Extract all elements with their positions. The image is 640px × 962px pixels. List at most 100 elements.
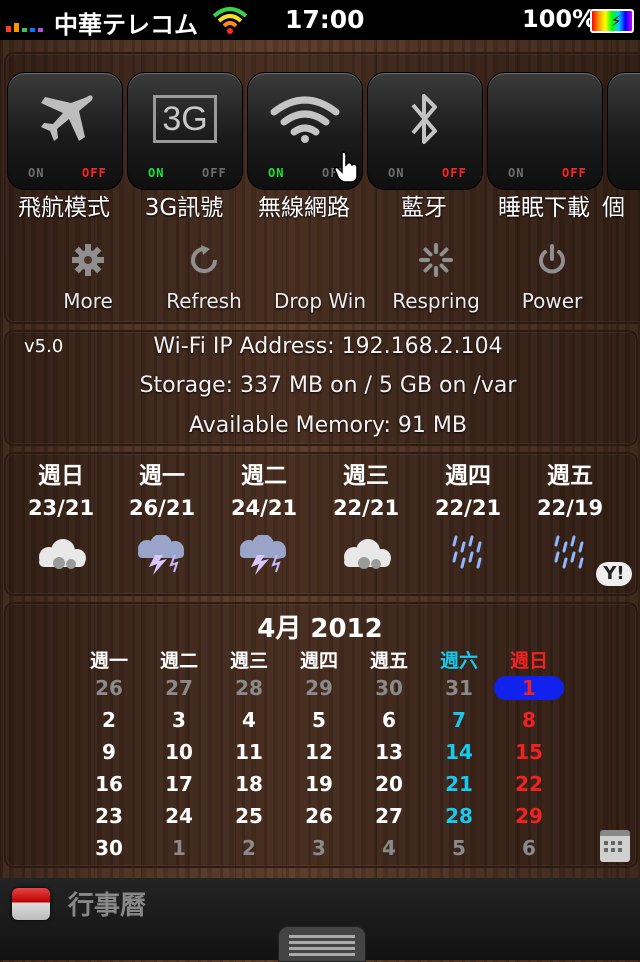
wifi-ip-address: Wi-Fi IP Address: 192.168.2.104 xyxy=(153,334,503,359)
calendar-day[interactable]: 29 xyxy=(494,804,564,828)
calendar-day[interactable]: 2 xyxy=(74,708,144,732)
drop-win-icon-slot xyxy=(262,240,378,280)
refresh-icon xyxy=(146,240,262,280)
yahoo-weather-logo[interactable]: Y! xyxy=(596,562,632,586)
3g-icon-text: 3G xyxy=(153,95,217,143)
calendar-day[interactable]: 31 xyxy=(424,676,494,700)
power-button[interactable]: Power xyxy=(494,240,610,313)
power-label: Power xyxy=(521,289,583,313)
calendar-day[interactable]: 24 xyxy=(144,804,214,828)
toggle-label-bluetooth: 藍牙 xyxy=(401,195,447,221)
calendar-weekday-header: 週三 xyxy=(229,650,268,672)
calendar-icon[interactable] xyxy=(600,830,630,862)
toggle-label-airplane: 飛航模式 xyxy=(18,195,110,221)
bluetooth-icon xyxy=(368,87,482,151)
calendar-app-icon[interactable] xyxy=(12,888,50,920)
toggle-off-indicator: OFF xyxy=(82,166,107,180)
weather-day-name: 週一 xyxy=(139,463,185,489)
calendar-day[interactable]: 6 xyxy=(494,836,564,860)
calendar-day[interactable]: 5 xyxy=(284,708,354,732)
calendar-day[interactable]: 11 xyxy=(214,740,284,764)
sleep-download-icon xyxy=(488,87,602,151)
wifi-status-icon xyxy=(212,6,248,38)
calendar-day[interactable]: 16 xyxy=(74,772,144,796)
respring-icon xyxy=(378,240,494,280)
calendar-day[interactable]: 10 xyxy=(144,740,214,764)
more-label: More xyxy=(63,289,113,313)
toggle-partial[interactable] xyxy=(607,72,640,190)
clock: 17:00 xyxy=(285,5,365,34)
calendar-app-label: 行事曆 xyxy=(68,891,147,921)
calendar-day[interactable]: 2 xyxy=(214,836,284,860)
toggle-sleep-download[interactable]: ON OFF xyxy=(487,72,603,190)
toggle-bluetooth[interactable]: ON OFF xyxy=(367,72,483,190)
toggle-label-partial: 個 xyxy=(602,195,625,221)
calendar-day[interactable]: 28 xyxy=(214,676,284,700)
calendar-day[interactable]: 30 xyxy=(354,676,424,700)
calendar-day[interactable]: 9 xyxy=(74,740,144,764)
drawer-grabber-handle[interactable] xyxy=(278,926,366,962)
toggle-on-indicator: ON xyxy=(148,166,165,180)
calendar-day[interactable]: 30 xyxy=(74,836,144,860)
drop-win-label: Drop Win xyxy=(273,289,367,313)
respring-label: Respring xyxy=(392,289,480,313)
thunderstorm-icon xyxy=(214,530,314,580)
refresh-button[interactable]: Refresh xyxy=(146,240,262,313)
calendar-day[interactable]: 27 xyxy=(354,804,424,828)
drop-win-button[interactable]: Drop Win xyxy=(262,240,378,313)
calendar-day-today[interactable]: 1 xyxy=(494,676,564,700)
toggle-off-indicator: OFF xyxy=(562,166,587,180)
calendar-day[interactable]: 14 xyxy=(424,740,494,764)
status-bar: 中華テレコム 17:00 100% ⚡ xyxy=(0,0,640,40)
thunderstorm-icon xyxy=(112,530,212,580)
toggle-airplane-mode[interactable]: ON OFF xyxy=(7,72,123,190)
calendar-day[interactable]: 8 xyxy=(494,708,564,732)
3g-icon: 3G xyxy=(128,87,242,151)
signal-strength-icon xyxy=(6,12,46,32)
calendar-day[interactable]: 22 xyxy=(494,772,564,796)
calendar-day[interactable]: 23 xyxy=(74,804,144,828)
calendar-weekday-header: 週五 xyxy=(369,650,408,672)
calendar-day[interactable]: 13 xyxy=(354,740,424,764)
toggle-3g[interactable]: 3G ON OFF xyxy=(127,72,243,190)
calendar-day[interactable]: 4 xyxy=(354,836,424,860)
weather-day: 週二 24/21 xyxy=(214,456,314,580)
respring-button[interactable]: Respring xyxy=(378,240,494,313)
calendar-day[interactable]: 4 xyxy=(214,708,284,732)
refresh-label: Refresh xyxy=(166,289,242,313)
calendar-day[interactable]: 7 xyxy=(424,708,494,732)
calendar-day[interactable]: 1 xyxy=(144,836,214,860)
calendar-day[interactable]: 18 xyxy=(214,772,284,796)
weather-temps: 23/21 xyxy=(27,496,95,520)
toggle-off-indicator: OFF xyxy=(202,166,227,180)
calendar-day[interactable]: 6 xyxy=(354,708,424,732)
hand-cursor-icon xyxy=(334,151,360,183)
calendar-day[interactable]: 25 xyxy=(214,804,284,828)
weather-temps: 24/21 xyxy=(230,496,298,520)
calendar-day[interactable]: 3 xyxy=(284,836,354,860)
calendar-weekday-header: 週四 xyxy=(299,650,338,672)
more-button[interactable]: More xyxy=(30,240,146,313)
calendar-day[interactable]: 26 xyxy=(284,804,354,828)
weather-day-name: 週四 xyxy=(445,463,491,489)
toggle-label-sleep-download: 睡眠下載 xyxy=(498,195,590,221)
calendar-day[interactable]: 15 xyxy=(494,740,564,764)
calendar-day[interactable]: 17 xyxy=(144,772,214,796)
calendar-day[interactable]: 19 xyxy=(284,772,354,796)
rain-icon xyxy=(418,530,518,580)
calendar-day[interactable]: 28 xyxy=(424,804,494,828)
calendar-day[interactable]: 3 xyxy=(144,708,214,732)
weather-temps: 26/21 xyxy=(128,496,196,520)
calendar-day[interactable]: 26 xyxy=(74,676,144,700)
calendar-month-title: 4月 2012 xyxy=(257,614,383,644)
calendar-day[interactable]: 20 xyxy=(354,772,424,796)
calendar-day[interactable]: 21 xyxy=(424,772,494,796)
calendar-day[interactable]: 5 xyxy=(424,836,494,860)
calendar-day[interactable]: 29 xyxy=(284,676,354,700)
toggle-label-3g: 3G訊號 xyxy=(144,195,224,221)
weather-day-name: 週二 xyxy=(241,463,287,489)
calendar-day[interactable]: 27 xyxy=(144,676,214,700)
calendar-day[interactable]: 12 xyxy=(284,740,354,764)
weather-day: 週日 23/21 xyxy=(11,456,111,580)
toggle-wifi[interactable]: ON OFF xyxy=(247,72,363,190)
